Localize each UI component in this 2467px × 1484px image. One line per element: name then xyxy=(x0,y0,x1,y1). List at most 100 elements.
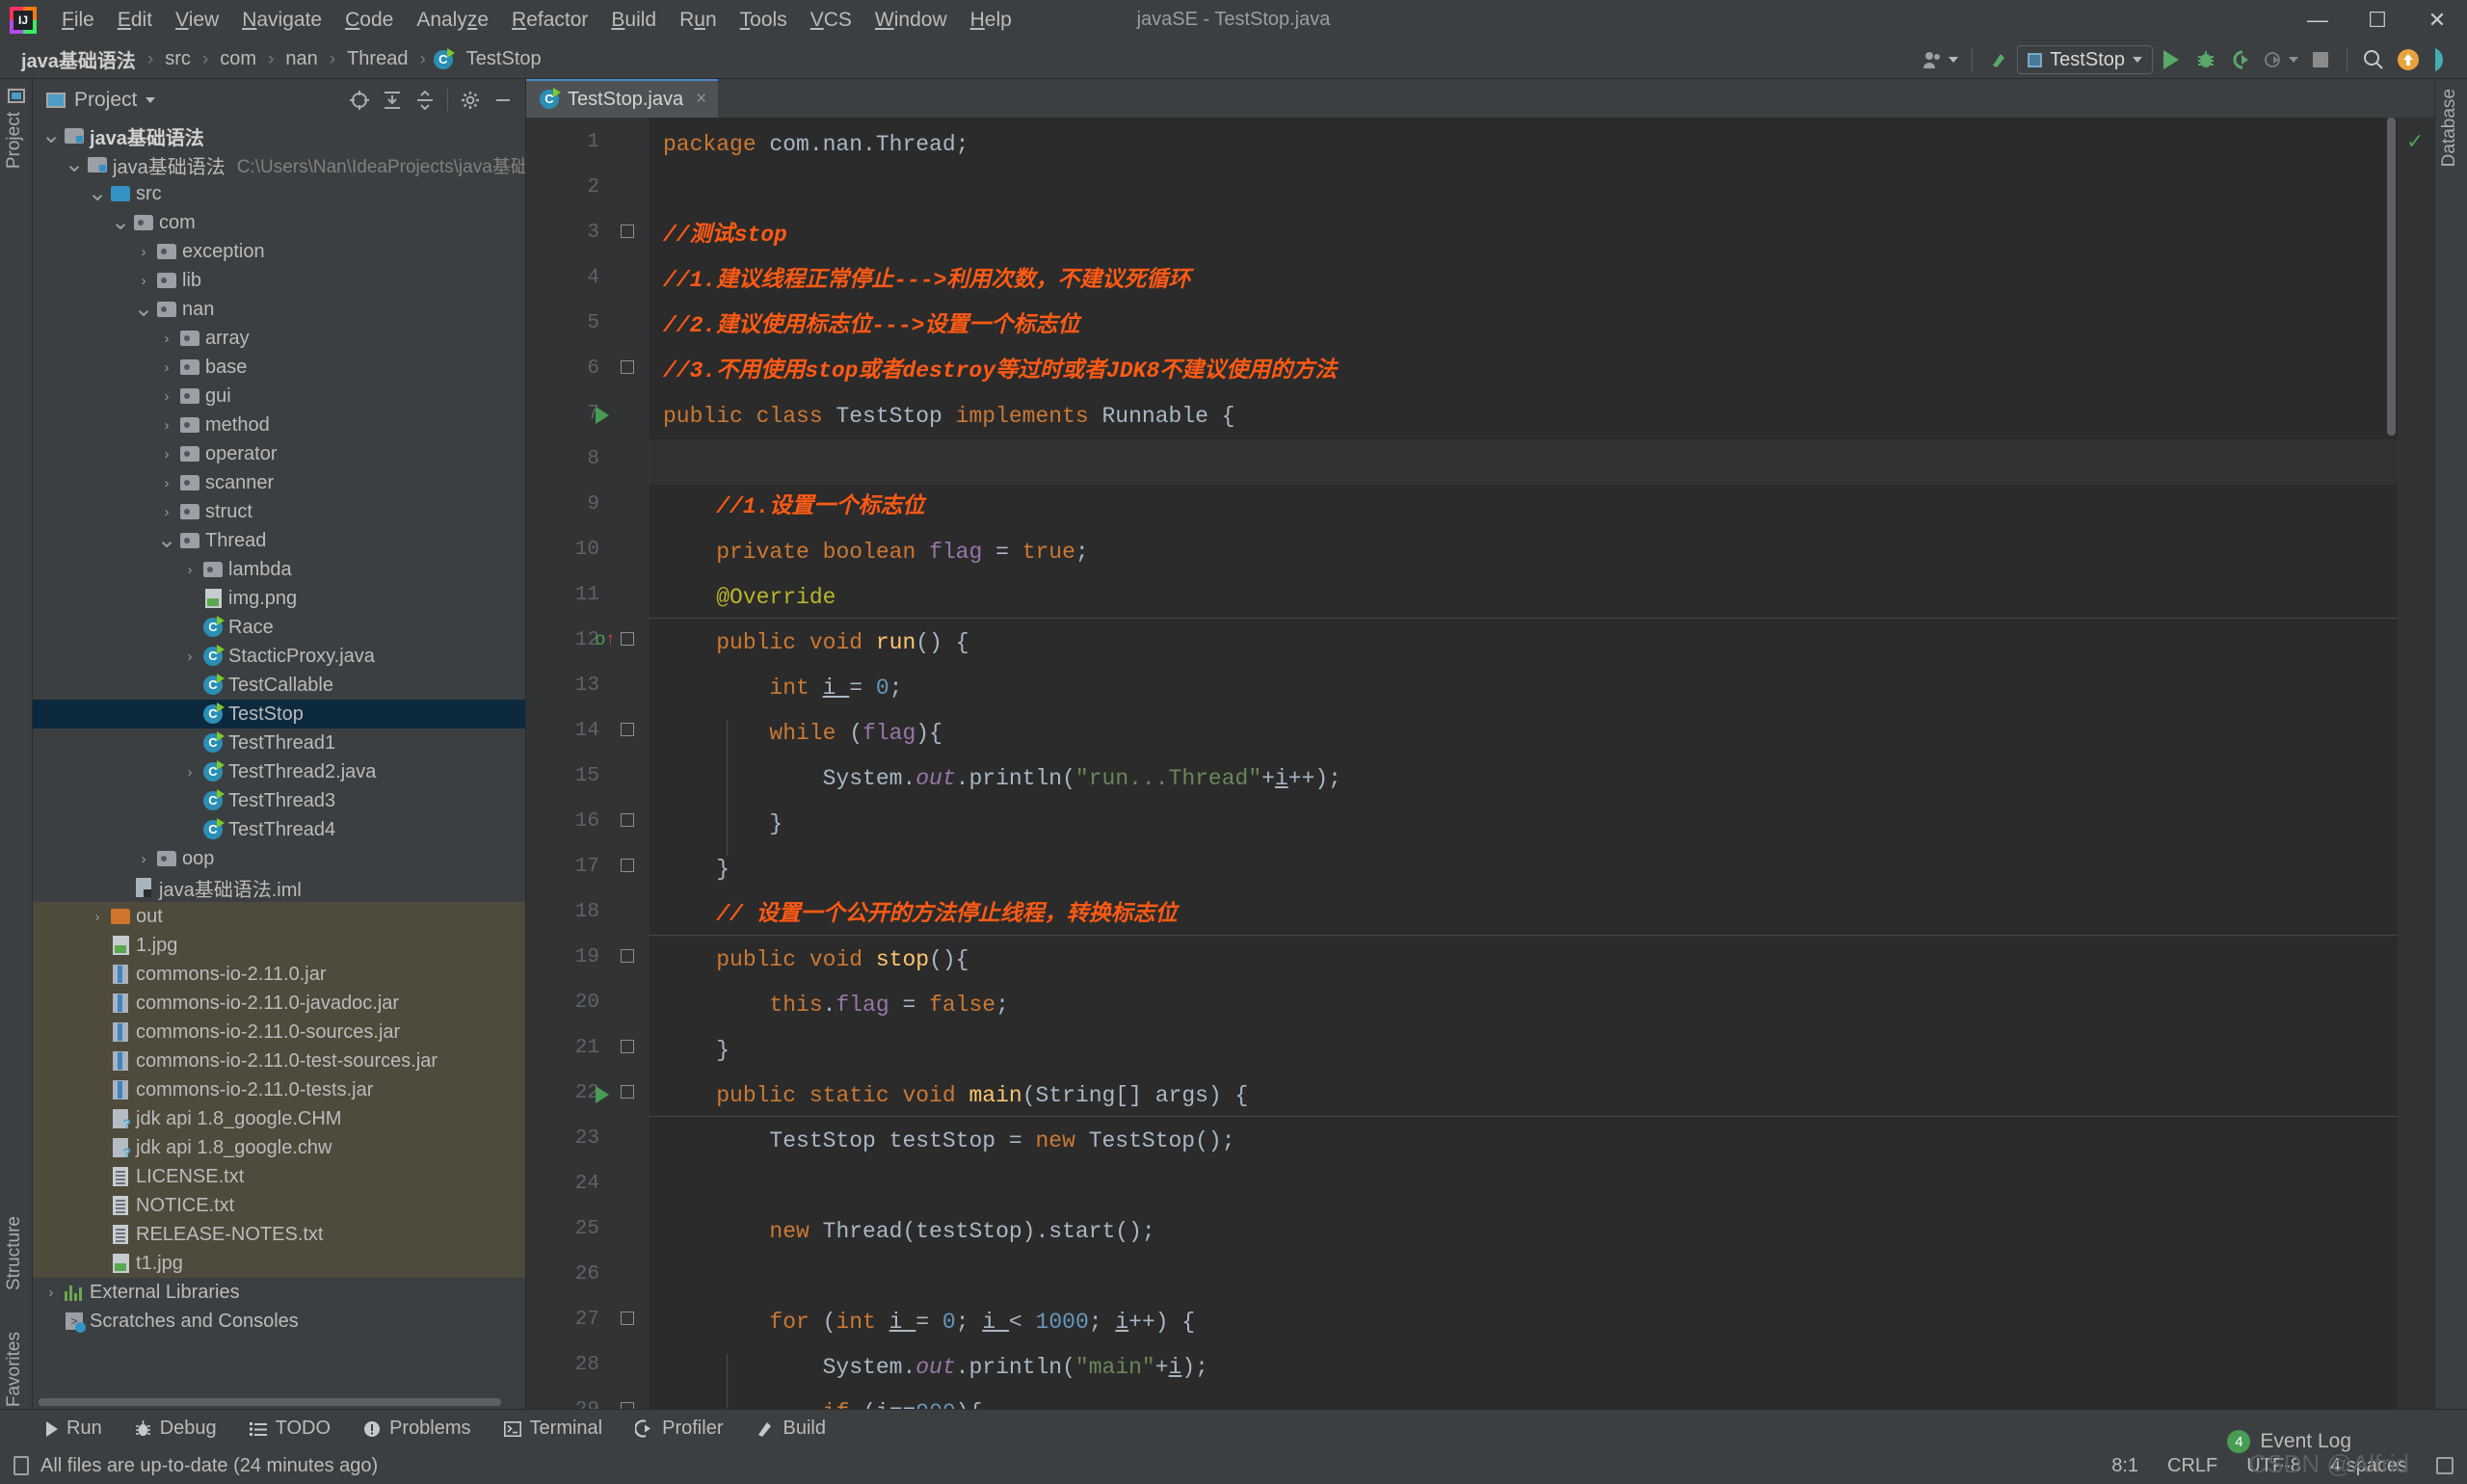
editor-gutter[interactable]: 1 2 3 4 5 6 7 8 9 10 11 12 o↑ 13 14 15 16 17 18 19 20 21 22 23 2… xyxy=(526,118,650,1409)
chevron-down-icon[interactable]: ⌄ xyxy=(133,298,154,321)
tree-item-stacticproxy-java[interactable]: › C StacticProxy.java xyxy=(33,642,525,671)
menu-item-file[interactable]: File xyxy=(50,5,106,36)
breadcrumb-item-2[interactable]: com xyxy=(216,46,260,72)
project-panel-title[interactable]: Project xyxy=(46,89,156,112)
code-line-3[interactable]: //测试stop xyxy=(663,222,787,249)
menu-item-run[interactable]: Run xyxy=(668,5,729,36)
chevron-right-icon[interactable]: › xyxy=(156,475,177,491)
tree-item-commons-io-2-11-0-javadoc-jar[interactable]: commons-io-2.11.0-javadoc.jar xyxy=(33,989,525,1018)
chevron-down-icon[interactable]: ⌄ xyxy=(87,182,108,205)
fold-collapse-icon[interactable] xyxy=(621,949,636,965)
tree-item-testthread4[interactable]: C TestThread4 xyxy=(33,815,525,844)
tree-item-method[interactable]: › method xyxy=(33,411,525,439)
expand-all-icon[interactable] xyxy=(378,86,407,115)
menu-item-help[interactable]: Help xyxy=(959,5,1023,36)
fold-collapse-icon[interactable] xyxy=(621,1085,636,1100)
rail-label-database[interactable]: Database xyxy=(2439,89,2460,167)
tree-item-testcallable[interactable]: C TestCallable xyxy=(33,671,525,700)
breadcrumb-item-0[interactable]: java基础语法 xyxy=(17,43,140,75)
fold-collapse-icon[interactable] xyxy=(621,1402,636,1409)
tree-item-oop[interactable]: › oop xyxy=(33,844,525,873)
code-line-29[interactable]: if (i==900){ xyxy=(663,1399,983,1409)
tree-item-thread[interactable]: ⌄ Thread xyxy=(33,526,525,555)
tree-item-commons-io-2-11-0-test-sources-jar[interactable]: commons-io-2.11.0-test-sources.jar xyxy=(33,1047,525,1075)
chevron-right-icon[interactable]: › xyxy=(156,331,177,347)
tree-item-testthread2-java[interactable]: › C TestThread2.java xyxy=(33,757,525,786)
chevron-right-icon[interactable]: › xyxy=(179,764,200,781)
chevron-right-icon[interactable]: › xyxy=(87,909,108,925)
collapse-all-icon[interactable] xyxy=(411,86,439,115)
code-line-7[interactable]: public class TestStop implements Runnabl… xyxy=(663,403,1235,430)
menu-item-view[interactable]: View xyxy=(164,5,230,36)
editor-vertical-scrollbar[interactable] xyxy=(2384,118,2398,1409)
menu-item-refactor[interactable]: Refactor xyxy=(500,5,599,36)
event-log-button[interactable]: 4 Event Log xyxy=(2227,1430,2351,1453)
run-configuration-selector[interactable]: TestStop xyxy=(2017,45,2153,74)
code-line-15[interactable]: System.out.println("run...Thread"+i++); xyxy=(663,765,1341,792)
menu-item-build[interactable]: Build xyxy=(599,5,668,36)
line-separator[interactable]: CRLF xyxy=(2167,1455,2217,1477)
tree-item-t1-jpg[interactable]: t1.jpg xyxy=(33,1249,525,1278)
close-button[interactable]: ✕ xyxy=(2407,0,2467,40)
code-line-4[interactable]: //1.建议线程正常停止--->利用次数，不建议死循环 xyxy=(663,267,1190,294)
fold-end-icon[interactable] xyxy=(621,1040,636,1055)
chevron-right-icon[interactable]: › xyxy=(133,851,154,867)
tree-item-external-libraries[interactable]: › External Libraries xyxy=(33,1278,525,1307)
fold-collapse-icon[interactable] xyxy=(621,723,636,738)
rail-label-project[interactable]: Project xyxy=(4,112,25,169)
tree-item-scanner[interactable]: › scanner xyxy=(33,468,525,497)
code-line-23[interactable]: TestStop testStop = new TestStop(); xyxy=(663,1127,1234,1154)
status-right-area[interactable]: 8:1 CRLF UTF-8 4 spaces xyxy=(2111,1455,2454,1477)
debug-button[interactable] xyxy=(2189,44,2222,75)
fold-end-icon[interactable] xyxy=(621,859,636,874)
search-icon[interactable] xyxy=(2357,44,2390,75)
updates-available-icon[interactable] xyxy=(2392,44,2425,75)
select-opened-file-icon[interactable] xyxy=(345,86,374,115)
indent-setting[interactable]: 4 spaces xyxy=(2330,1455,2407,1477)
profile-button[interactable] xyxy=(2259,44,2302,75)
tree-item-lib[interactable]: › lib xyxy=(33,266,525,295)
code-line-11[interactable]: @Override xyxy=(663,584,836,611)
tree-item-gui[interactable]: › gui xyxy=(33,382,525,411)
breadcrumb-item-5[interactable]: TestStop xyxy=(463,46,545,72)
bottom-tab-debug[interactable]: Debug xyxy=(121,1414,230,1444)
tree-item-struct[interactable]: › struct xyxy=(33,497,525,526)
chevron-right-icon[interactable]: › xyxy=(156,446,177,463)
code-line-20[interactable]: this.flag = false; xyxy=(663,992,1008,1019)
chevron-right-icon[interactable]: › xyxy=(179,649,200,665)
chevron-down-icon[interactable] xyxy=(146,97,156,103)
tree-item-exception[interactable]: › exception xyxy=(33,237,525,266)
code-line-13[interactable]: int i = 0; xyxy=(663,675,902,702)
code-line-25[interactable]: new Thread(testStop).start(); xyxy=(663,1218,1154,1245)
left-tool-rail[interactable]: Project Structure Favorites xyxy=(0,79,33,1465)
main-toolbar[interactable]: TestStop xyxy=(1919,40,2459,79)
tree-item-lambda[interactable]: › lambda xyxy=(33,555,525,584)
update-project-icon[interactable] xyxy=(1982,44,2015,75)
tree-item-notice-txt[interactable]: NOTICE.txt xyxy=(33,1191,525,1220)
project-panel-toolbar[interactable] xyxy=(345,86,517,115)
chevron-right-icon[interactable]: › xyxy=(133,244,154,260)
fold-collapse-icon[interactable] xyxy=(621,632,636,648)
tree-item-java-[interactable]: ⌄ java基础语法 C:\Users\Nan\IdeaProjects\java基… xyxy=(33,150,525,179)
tree-item-operator[interactable]: › operator xyxy=(33,439,525,468)
code-line-5[interactable]: //2.建议使用标志位--->设置一个标志位 xyxy=(663,312,1079,339)
breadcrumb-item-3[interactable]: nan xyxy=(281,46,321,72)
code-line-10[interactable]: private boolean flag = true; xyxy=(663,539,1089,566)
breadcrumb-item-4[interactable]: Thread xyxy=(343,46,411,72)
run-gutter-icon[interactable] xyxy=(596,1086,609,1109)
caret-position[interactable]: 8:1 xyxy=(2111,1455,2138,1477)
menu-bar[interactable]: File Edit View Navigate Code Analyze Refactor B… xyxy=(50,5,1023,36)
rail-label-structure[interactable]: Structure xyxy=(4,1216,25,1290)
menu-item-edit[interactable]: Edit xyxy=(106,5,164,36)
minimize-button[interactable]: — xyxy=(2288,0,2348,40)
editor-marker-bar[interactable]: ✓ xyxy=(2398,118,2434,1409)
tab-teststop-java[interactable]: C TestStop.java × xyxy=(526,79,719,118)
maximize-button[interactable]: ☐ xyxy=(2348,0,2407,40)
breadcrumb-item-1[interactable]: src xyxy=(161,46,195,72)
window-controls[interactable]: — ☐ ✕ xyxy=(2288,0,2467,40)
tree-item-commons-io-2-11-0-tests-jar[interactable]: commons-io-2.11.0-tests.jar xyxy=(33,1075,525,1104)
tree-item-teststop[interactable]: C TestStop xyxy=(33,700,525,729)
toolbox-icon[interactable] xyxy=(2427,44,2459,75)
tree-item-scratches-and-consoles[interactable]: > Scratches and Consoles xyxy=(33,1307,525,1336)
code-line-12[interactable]: public void run() { xyxy=(663,629,968,656)
